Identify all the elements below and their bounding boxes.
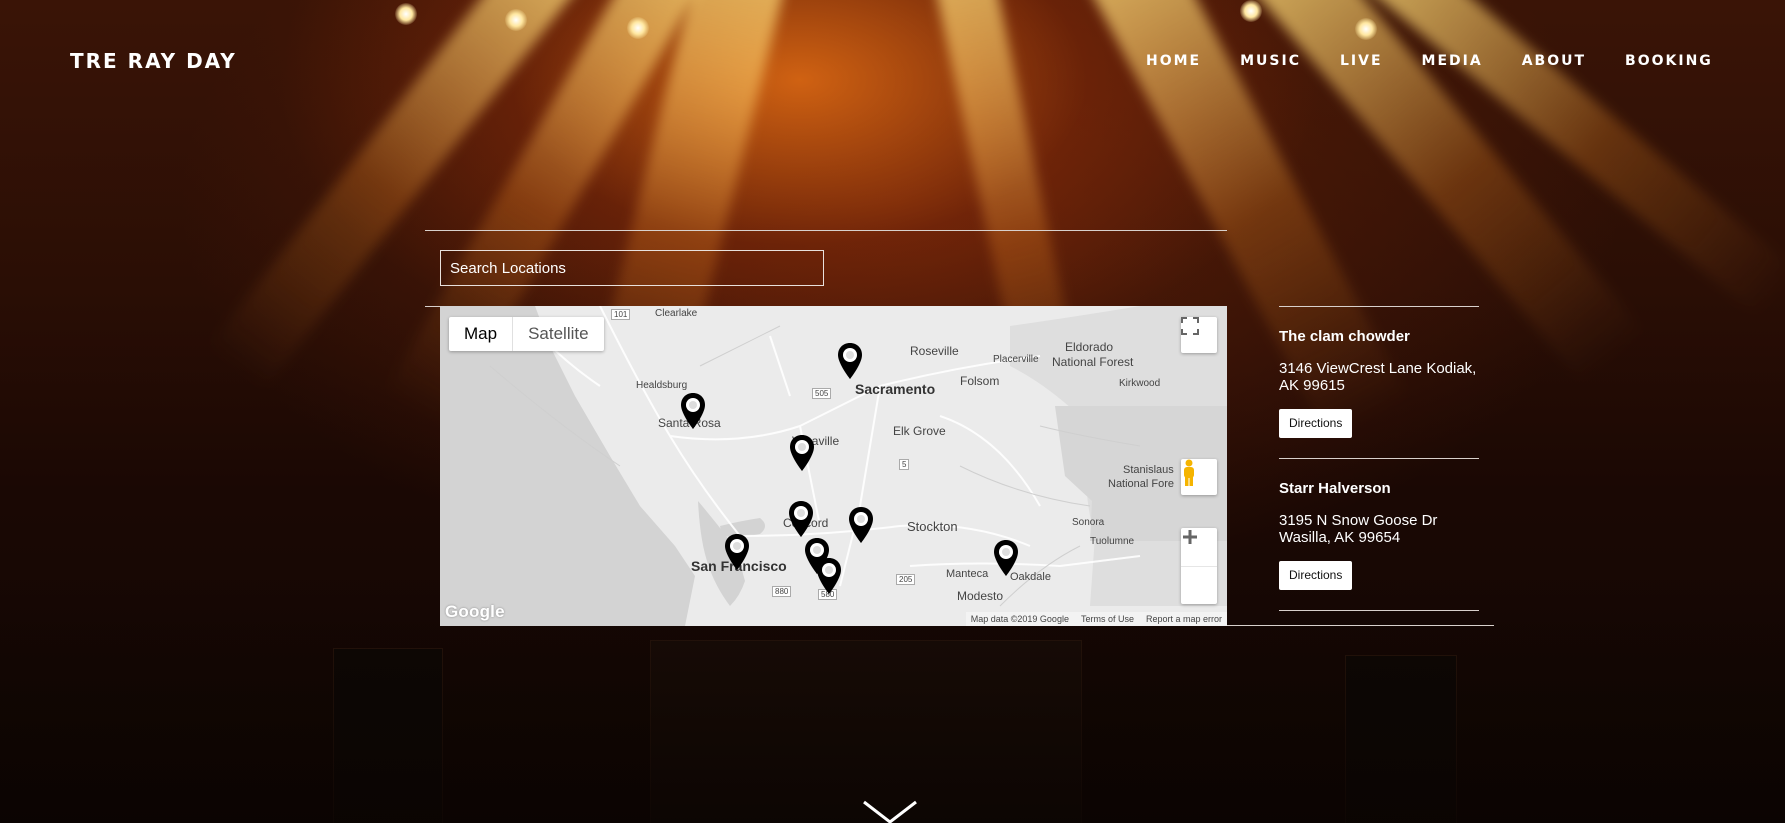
location-divider: [1279, 610, 1479, 611]
divider-mid: [425, 306, 440, 307]
street-view-pegman[interactable]: [1181, 459, 1217, 495]
map-label-stanislaus: Stanislaus: [1123, 464, 1174, 476]
location-list: The clam chowder 3146 ViewCrest Lane Kod…: [1279, 306, 1479, 611]
location-item: Starr Halverson 3195 N Snow Goose Dr Was…: [1279, 480, 1479, 590]
nav-home[interactable]: HOME: [1146, 53, 1201, 69]
location-divider: [1279, 458, 1479, 459]
location-address: 3146 ViewCrest Lane Kodiak, AK 99615: [1279, 360, 1477, 394]
search-input[interactable]: [440, 250, 824, 286]
map-pin-marker[interactable]: [680, 392, 706, 430]
location-address: 3195 N Snow Goose Dr Wasilla, AK 99654: [1279, 512, 1438, 546]
map-label-stockton: Stockton: [907, 519, 958, 534]
nav-booking[interactable]: BOOKING: [1625, 53, 1713, 69]
main-nav: HOME MUSIC LIVE MEDIA ABOUT BOOKING: [1146, 53, 1752, 69]
map-pin-marker[interactable]: [993, 539, 1019, 577]
map-pin-marker[interactable]: [816, 557, 842, 595]
zoom-out-button[interactable]: [1181, 535, 1217, 604]
location-item: The clam chowder 3146 ViewCrest Lane Kod…: [1279, 328, 1479, 438]
fullscreen-icon: [1181, 317, 1199, 335]
pegman-icon: [1184, 459, 1194, 486]
map-data-credit: Map data ©2019 Google: [970, 614, 1069, 624]
map-label-folsom: Folsom: [960, 374, 1000, 388]
map-pin-marker[interactable]: [789, 434, 815, 472]
fullscreen-button[interactable]: [1181, 317, 1217, 353]
map-label-kirkwood: Kirkwood: [1119, 378, 1161, 389]
highway-205-shield: 205: [896, 574, 916, 585]
map-pin-marker[interactable]: [724, 533, 750, 571]
minus-icon: [1183, 535, 1197, 539]
highway-101-shield: 101: [611, 309, 631, 320]
map-pin-marker[interactable]: [837, 342, 863, 380]
map-attribution: Map data ©2019 Google Terms of Use Repor…: [965, 612, 1227, 626]
map-label-clearlake: Clearlake: [655, 308, 698, 319]
location-name: Starr Halverson: [1279, 480, 1391, 497]
map-label-placerville: Placerville: [993, 354, 1039, 365]
directions-button[interactable]: Directions: [1279, 409, 1353, 438]
highway-880-shield: 880: [772, 586, 792, 597]
nav-live[interactable]: LIVE: [1340, 53, 1383, 69]
highway-505-shield: 505: [812, 388, 832, 399]
map-view[interactable]: Clearlake Roseville Eldorado National Fo…: [440, 306, 1227, 626]
location-name: The clam chowder: [1279, 328, 1410, 345]
divider-bottom: [1227, 625, 1494, 626]
map-label-eldorado: Eldorado: [1065, 340, 1114, 354]
nav-music[interactable]: MUSIC: [1240, 53, 1301, 69]
map-label-sonora: Sonora: [1072, 517, 1105, 528]
map-label-modesto: Modesto: [957, 589, 1004, 603]
map-pin-marker[interactable]: [848, 506, 874, 544]
map-type-control: Map Satellite: [449, 317, 604, 351]
report-map-error-link[interactable]: Report a map error: [1146, 612, 1222, 626]
location-divider: [1279, 306, 1479, 307]
map-label-national-forest: National Forest: [1052, 355, 1134, 369]
site-brand[interactable]: TRE RAY DAY: [70, 49, 237, 73]
zoom-control: [1181, 528, 1217, 604]
map-label-manteca: Manteca: [946, 568, 989, 580]
map-label-stanislaus-nf: National Fore: [1108, 478, 1175, 490]
nav-media[interactable]: MEDIA: [1422, 53, 1483, 69]
map-label-tuolumne: Tuolumne: [1090, 536, 1135, 547]
map-label-sacramento: Sacramento: [855, 381, 936, 397]
divider-top: [425, 230, 1227, 231]
map-type-satellite-button[interactable]: Satellite: [513, 317, 603, 351]
google-logo: Google: [445, 602, 505, 621]
highway-5-shield: 5: [899, 459, 910, 470]
scroll-down-chevron-icon[interactable]: [862, 800, 918, 823]
map-label-roseville: Roseville: [910, 344, 959, 358]
terms-of-use-link[interactable]: Terms of Use: [1081, 612, 1134, 626]
map-label-elk-grove: Elk Grove: [893, 424, 946, 438]
nav-about[interactable]: ABOUT: [1522, 53, 1586, 69]
map-type-map-button[interactable]: Map: [449, 317, 514, 351]
map-label-healdsburg: Healdsburg: [636, 380, 688, 391]
map-pin-marker[interactable]: [788, 500, 814, 538]
directions-button[interactable]: Directions: [1279, 561, 1353, 590]
